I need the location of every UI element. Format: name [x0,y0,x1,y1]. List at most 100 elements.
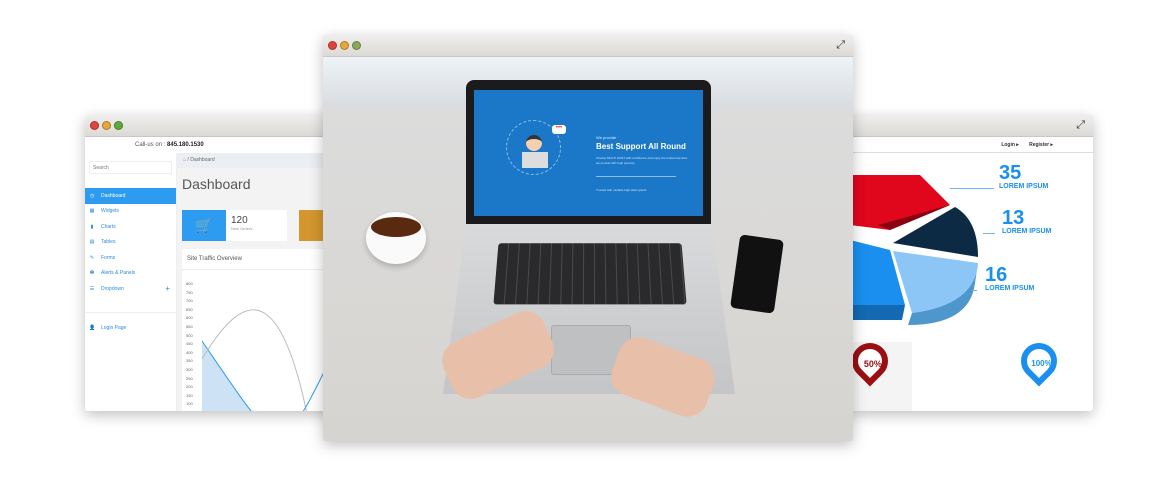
user-icon: 👤 [89,325,96,332]
phone-number: 845.180.1530 [167,142,204,148]
y-tick-label: 450 [186,341,193,347]
stat-3: 16 LOREM IPSUM [985,265,1034,292]
plus-icon: + [165,284,170,294]
laptop-screen: ••• We provide Best Support All Round Ch… [466,80,711,224]
search-input[interactable]: Search [89,161,172,174]
call-label: Call-us on : [135,142,166,148]
nav-label: Forms [101,254,116,261]
area-fill [202,341,252,411]
breadcrumb: ⌂ / Dashboard [177,153,335,168]
sidebar-item-charts[interactable]: ▮ Charts [85,219,176,235]
stat-label: LOREM IPSUM [985,285,1035,292]
info-icon: ❶ [89,270,95,277]
title-bar: ⤢ [850,115,1093,137]
pin-value: 100% [1031,358,1052,368]
sidebar: Search ◷ Dashboard ▦ Widgets ▮ Charts ▤ Tabl… [85,153,177,411]
dashboard-window: Call-us on : 845.180.1530 Search ◷ Dashbo… [85,115,335,411]
screen-description: Choose MULTI HOST with confidence and en… [596,156,688,165]
nav-label: Dropdown [101,285,124,292]
y-tick-label: 200 [186,384,193,390]
close-button[interactable] [328,41,337,50]
close-button[interactable] [90,121,99,130]
nav-label: Widgets [101,208,120,215]
map-pin-100: 100% [1013,335,1065,387]
y-tick-label: 500 [186,332,193,338]
traffic-panel: Site Traffic Overview 800 750 700 650 600 550… [182,249,335,411]
sidebar-item-forms[interactable]: ✎ Forms [85,250,176,266]
nav-label: Tables [101,239,116,246]
pie-chart-3d [850,175,978,325]
y-tick-label: 600 [186,315,193,321]
title-bar [85,115,335,137]
y-tick-label: 550 [186,324,193,329]
maximize-button[interactable] [114,121,123,130]
stat-1: 35 LOREM IPSUM [999,163,1048,190]
page-title: Dashboard [182,176,251,192]
expand-icon[interactable]: ⤢ [1076,119,1085,132]
y-tick-label: 150 [186,392,193,398]
stat-value: 13 [1002,207,1025,229]
sidebar-item-login-page[interactable]: 👤 Login Page [85,321,176,337]
photo-window: ⤢ ••• We provide Best Support All Round … [323,35,853,441]
website-screen: ••• We provide Best Support All Round Ch… [474,90,703,216]
list-icon: ☰ [89,285,95,292]
sidebar-item-tables[interactable]: ▤ Tables [85,235,176,251]
widgets-icon: ▦ [89,208,95,215]
dashboard-icon: ◷ [89,192,95,199]
login-link[interactable]: Login ▸ [1001,142,1019,148]
screen-trusted-text: Trusted with multiple high class giants [596,188,647,192]
call-bar: Call-us on : 845.180.1530 [85,137,335,153]
laptop-photo: ••• We provide Best Support All Round Ch… [323,57,853,441]
home-icon[interactable]: ⌂ [183,157,186,163]
expand-icon[interactable]: ⤢ [836,39,845,52]
pin-value: 50% [863,358,882,369]
screen-eyebrow: We provide [596,135,617,140]
minimize-button[interactable] [340,41,349,50]
pencil-icon: ✎ [89,254,95,261]
y-tick-label: 800 [186,281,193,286]
main-content: ⌂ / Dashboard Dashboard 🛒 120 New Orders S… [177,153,335,411]
y-tick-label: 100 [186,401,193,407]
sidebar-item-widgets[interactable]: ▦ Widgets [85,204,176,220]
stat-value: 35 [999,162,1022,184]
charts-icon: ▮ [90,223,94,230]
auth-links: Login ▸ Register ▸ [850,137,1093,153]
nav-label: Dashboard [101,192,126,199]
smartphone [730,234,784,314]
nav-label: Charts [101,223,116,230]
sidebar-item-dashboard[interactable]: ◷ Dashboard [85,188,176,204]
nav-label: Alerts & Panels [101,270,136,277]
minimize-button[interactable] [102,121,111,130]
maximize-button[interactable] [352,41,361,50]
screen-headline: Best Support All Round [596,142,686,151]
laptop-illustration [522,152,548,168]
support-agent-illustration [526,135,542,151]
nav-label: Login Page [101,325,127,332]
sidebar-item-dropdown[interactable]: ☰ Dropdown + [85,281,176,297]
stat-label: LOREM IPSUM [999,183,1049,190]
pie-slice-blue [850,240,905,305]
title-bar: ⤢ [323,35,853,57]
register-link[interactable]: Register ▸ [1029,142,1053,148]
infographic-window: ⤢ Login ▸ Register ▸ 35 LOREM IPSUM 13 LOR… [850,115,1093,411]
y-tick-label: 350 [186,358,193,364]
coffee-cup [366,212,426,264]
stat-label: LOREM IPSUM [1002,228,1052,235]
sidebar-item-alerts[interactable]: ❶ Alerts & Panels [85,266,176,282]
chat-icon: ••• [552,125,566,134]
breadcrumb-item: Dashboard [190,157,215,163]
orders-label: New Orders [231,226,253,231]
y-tick-label: 700 [186,298,193,304]
keyboard [493,243,687,305]
traffic-title: Site Traffic Overview [182,249,335,270]
y-tick-label: 400 [186,349,193,355]
cart-icon: 🛒 [182,210,226,241]
orders-count: 120 [231,215,248,226]
tables-icon: ▤ [89,239,95,246]
y-tick-label: 650 [186,306,193,312]
orders-card[interactable]: 🛒 120 New Orders [182,210,287,241]
y-tick-label: 300 [186,367,193,372]
y-tick-label: 250 [186,375,193,381]
traffic-chart [201,309,335,411]
y-tick-label: 750 [186,289,193,295]
